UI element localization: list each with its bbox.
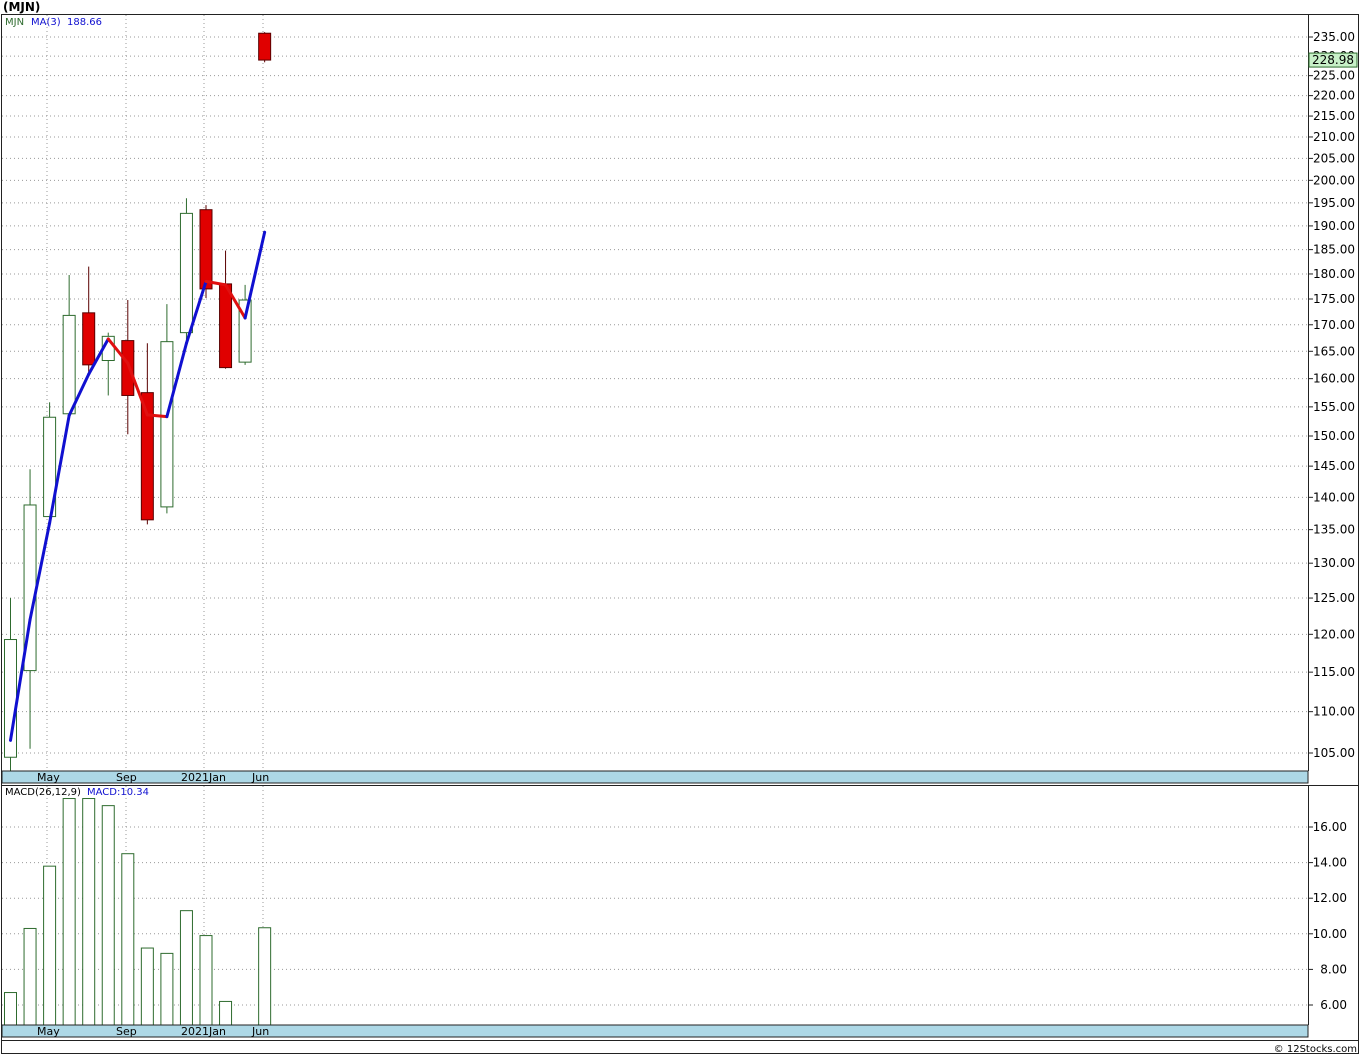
- price-ytick-label-16: 185.00: [1313, 243, 1355, 257]
- price-axis-ticks: 105.00 110.00 115.00 120.00 125.00 130.00 135.…: [1308, 30, 1355, 760]
- current-price-label: 228.98: [1312, 53, 1354, 67]
- candle-body-4: [82, 312, 96, 366]
- macd-panel: 6.00 8.00 10.00 12.00 14.00 16.00 MACD(26,12,…: [2, 786, 1347, 1026]
- price-x-axis: May Sep 2021 Jan Jun: [1, 770, 1309, 784]
- price-ytick-label-11: 160.00: [1313, 372, 1355, 386]
- price-xtick-1: Sep: [116, 771, 137, 784]
- macd-bars: [4, 798, 272, 1026]
- macd-xtick-3: Jan: [208, 1025, 226, 1038]
- current-price-badge: 228.98: [1308, 52, 1358, 68]
- candle-body-8: [160, 341, 174, 508]
- price-ytick-label-18: 195.00: [1313, 196, 1355, 210]
- price-ytick-label-13: 170.00: [1313, 318, 1355, 332]
- macd-bar-6: [121, 853, 135, 1026]
- price-xtick-2: 2021: [181, 771, 209, 784]
- price-ytick-label-1: 110.00: [1313, 705, 1355, 719]
- candle-body-3: [62, 314, 76, 415]
- macd-bar-2: [43, 865, 57, 1026]
- macd-bar-7: [140, 947, 154, 1026]
- macd-legend-value: MACD:10.34: [87, 787, 149, 798]
- stock-chart: (MJN) 105.00 110.00 115.00 120.00 125.00 130.…: [1, 0, 1359, 1055]
- price-ytick-label-8: 145.00: [1313, 459, 1355, 473]
- macd-bar-1: [23, 927, 37, 1026]
- macd-ytick-label-1: 8.00: [1320, 962, 1347, 976]
- macd-ytick-label-5: 16.00: [1313, 820, 1347, 834]
- price-ytick-label-24: 225.00: [1313, 69, 1355, 83]
- macd-xtick-4: Jun: [251, 1025, 269, 1038]
- candle-13: [258, 32, 272, 63]
- watermark: © 12Stocks.com: [1274, 1044, 1357, 1055]
- candle-body-9: [179, 212, 193, 334]
- macd-bar-9: [179, 910, 193, 1026]
- price-ytick-label-3: 120.00: [1313, 627, 1355, 641]
- candle-body-11: [219, 283, 233, 369]
- price-ytick-label-14: 175.00: [1313, 292, 1355, 306]
- macd-ytick-label-4: 14.00: [1313, 856, 1347, 870]
- price-ytick-label-20: 205.00: [1313, 151, 1355, 165]
- price-ytick-label-15: 180.00: [1313, 267, 1355, 281]
- price-xtick-4: Jun: [251, 771, 269, 784]
- macd-bar-4: [82, 798, 96, 1026]
- macd-bar-11: [219, 1000, 233, 1026]
- ma-segment-8: [145, 413, 169, 419]
- macd-bar-13: [258, 927, 272, 1026]
- macd-bar-10: [199, 935, 213, 1026]
- price-ytick-label-4: 125.00: [1313, 591, 1355, 605]
- legend-symbol: MJN: [5, 17, 24, 28]
- price-ytick-label-0: 105.00: [1313, 746, 1355, 760]
- macd-ytick-label-3: 12.00: [1313, 891, 1347, 905]
- macd-legend-params: MACD(26,12,9): [5, 787, 81, 798]
- candle-9: [179, 198, 193, 341]
- macd-ytick-label-2: 10.00: [1313, 927, 1347, 941]
- macd-xtick-2: 2021: [181, 1025, 209, 1038]
- price-ytick-label-26: 235.00: [1313, 30, 1355, 44]
- price-ytick-label-19: 200.00: [1313, 173, 1355, 187]
- price-panel: 105.00 110.00 115.00 120.00 125.00 130.00 135.…: [2, 15, 1358, 775]
- macd-xtick-0: May: [37, 1025, 60, 1038]
- macd-bar-3: [62, 798, 76, 1026]
- price-ytick-label-2: 115.00: [1313, 665, 1355, 679]
- macd-ytick-label-0: 6.00: [1320, 998, 1347, 1012]
- macd-bar-5: [101, 805, 115, 1026]
- price-ytick-label-10: 155.00: [1313, 400, 1355, 414]
- candle-body-6: [121, 340, 135, 396]
- chart-title: (MJN): [3, 0, 40, 14]
- macd-bar-8: [160, 952, 174, 1026]
- macd-axis-ticks: 6.00 8.00 10.00 12.00 14.00 16.00: [1308, 820, 1347, 1012]
- price-ytick-label-6: 135.00: [1313, 523, 1355, 537]
- price-ytick-label-22: 215.00: [1313, 109, 1355, 123]
- price-ytick-label-5: 130.00: [1313, 556, 1355, 570]
- price-ytick-label-23: 220.00: [1313, 89, 1355, 103]
- macd-gridlines: [2, 786, 1308, 1025]
- price-ytick-label-17: 190.00: [1313, 219, 1355, 233]
- price-xtick-3: Jan: [208, 771, 226, 784]
- price-ytick-label-9: 150.00: [1313, 429, 1355, 443]
- macd-bar-0: [4, 992, 17, 1026]
- price-ytick-label-7: 140.00: [1313, 490, 1355, 504]
- legend-ma-value: 188.66: [67, 17, 102, 28]
- macd-xtick-1: Sep: [116, 1025, 137, 1038]
- price-xtick-0: May: [37, 771, 60, 784]
- candle-body-13: [258, 32, 272, 61]
- legend-ma: MA(3): [31, 17, 61, 28]
- macd-x-axis: May Sep 2021 Jan Jun: [1, 1024, 1309, 1038]
- price-ytick-label-21: 210.00: [1313, 130, 1355, 144]
- price-ytick-label-12: 165.00: [1313, 344, 1355, 358]
- candle-body-10: [199, 209, 213, 290]
